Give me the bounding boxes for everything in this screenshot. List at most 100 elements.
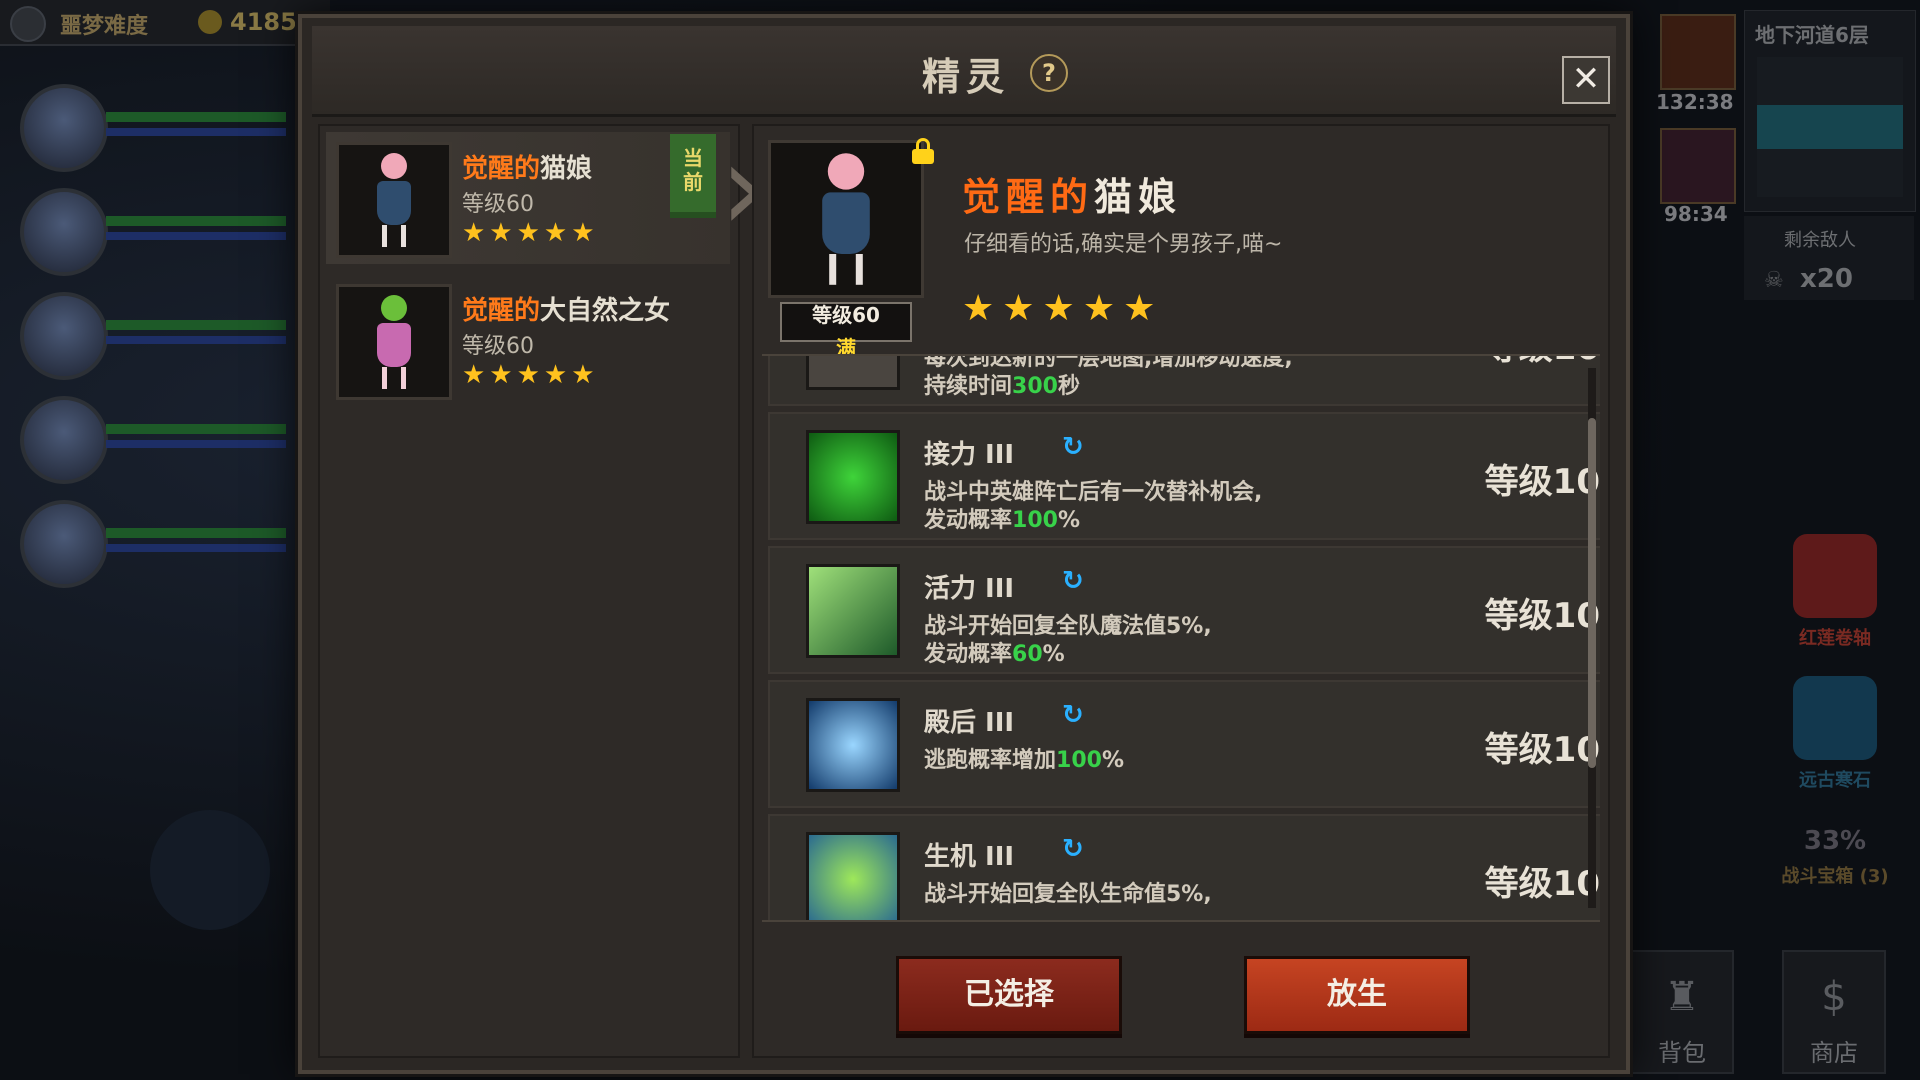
settings-gear-icon[interactable]: [10, 6, 46, 42]
skill-level: 等级10: [1484, 730, 1600, 770]
spirit-name-prefix: 觉醒的: [462, 296, 541, 326]
spirit-name-prefix: 觉醒的: [462, 154, 541, 184]
hero-slot[interactable]: [14, 286, 294, 382]
hero-hp-bar: [106, 216, 286, 226]
minimap: [1757, 57, 1903, 197]
scrollbar-thumb[interactable]: [1588, 418, 1596, 768]
hero-slot[interactable]: [14, 390, 294, 486]
release-button[interactable]: 放生: [1244, 956, 1470, 1034]
hero-mp-bar: [106, 232, 286, 240]
item-label: 红莲卷轴: [1799, 628, 1871, 649]
selected-button[interactable]: 已选择: [896, 956, 1122, 1034]
spirit-level: 等级60: [462, 192, 534, 217]
eye-skill-icon[interactable]: [1660, 128, 1736, 204]
skill-desc: 战斗开始回复全队生命值5%,: [924, 882, 1212, 907]
refresh-icon[interactable]: ↻: [1062, 568, 1088, 594]
skill-row[interactable]: 活力 III ↻ 战斗开始回复全队魔法值5%, 发动概率60% 等级10: [768, 546, 1600, 674]
hero-hp-bar: [106, 424, 286, 434]
spirit-name-main: 大自然之女: [540, 296, 671, 326]
hero-hp-bar: [106, 112, 286, 122]
hero-mp-bar: [106, 544, 286, 552]
item-red-scroll[interactable]: 红莲卷轴: [1770, 534, 1900, 650]
skill-row[interactable]: 接力 III ↻ 战斗中英雄阵亡后有一次替补机会, 发动概率100% 等级10: [768, 412, 1600, 540]
skill-level: 等级10: [1484, 462, 1600, 502]
dollar-icon: $: [1821, 974, 1847, 1020]
current-room: [1757, 105, 1903, 149]
detail-name: 觉醒的猫娘: [962, 166, 1182, 221]
bag-label: 背包: [1658, 1039, 1706, 1067]
enemies-label: 剩余敌人: [1784, 230, 1856, 251]
skill-level: 等级10: [1485, 356, 1600, 369]
hero-mp-bar: [106, 128, 286, 136]
skills-list[interactable]: 每次到达新的一层地图,增加移动速度, 持续时间300秒 等级10 接力 III …: [762, 354, 1600, 922]
detail-level-box: 等级60 满: [780, 302, 912, 360]
detail-name-prefix: 觉醒的: [962, 175, 1095, 219]
skill-name: 活力 III: [924, 574, 1015, 604]
close-button[interactable]: ✕: [1562, 56, 1610, 104]
minimap-panel[interactable]: 地下河道6层: [1744, 10, 1916, 212]
spirit-level: 等级60: [462, 334, 534, 359]
chest-label: 战斗宝箱 (3): [1781, 866, 1889, 887]
spirit-name-main: 猫娘: [540, 154, 593, 184]
nature-daughter-figure: [377, 295, 411, 389]
spirit-list: 觉醒的猫娘 等级60 ★★★★★ 当前 觉醒的大自然之女 等级60 ★★★★★: [318, 124, 740, 1058]
shop-button[interactable]: $ 商店: [1782, 950, 1886, 1074]
spirit-detail: 等级60 满 觉醒的猫娘 仔细看的话,确实是个男孩子,喵~ ★★★★★ 每次到达…: [752, 124, 1610, 1058]
detail-description: 仔细看的话,确实是个男孩子,喵~: [964, 232, 1283, 257]
current-tag-label: 当前: [683, 146, 703, 194]
hero-slot[interactable]: [14, 182, 294, 278]
skill-row[interactable]: 殿后 III ↻ 逃跑概率增加100% 等级10: [768, 680, 1600, 808]
refresh-icon[interactable]: ↻: [1062, 434, 1088, 460]
item-ancient-ice-stone[interactable]: 远古寒石: [1770, 676, 1900, 792]
fire-skill-icon[interactable]: [1660, 14, 1736, 90]
detail-name-main: 猫娘: [1094, 175, 1183, 219]
spirit-name: 觉醒的猫娘: [462, 148, 592, 185]
spirit-stars: ★★★★★: [462, 218, 599, 248]
spirit-portrait: [336, 142, 452, 258]
skill-name: 接力 III: [924, 440, 1015, 470]
hero-avatar: [20, 188, 108, 276]
ice-stone-icon: [1793, 676, 1877, 760]
spirit-portrait: [336, 284, 452, 400]
hero-mp-bar: [106, 440, 286, 448]
item-label: 远古寒石: [1799, 770, 1871, 791]
relay-hands-icon: [806, 430, 900, 524]
boot-skill-icon: [806, 356, 900, 390]
skill-level: 等级10: [1484, 596, 1600, 636]
dialog-header: 精灵 ? ✕: [312, 26, 1616, 117]
shop-label: 商店: [1810, 1039, 1858, 1067]
spirit-item-catgirl[interactable]: 觉醒的猫娘 等级60 ★★★★★ 当前: [326, 132, 730, 264]
floor-title: 地下河道6层: [1755, 23, 1869, 47]
current-tag: 当前: [670, 134, 716, 218]
hero-avatar: [20, 396, 108, 484]
refresh-icon[interactable]: ↻: [1062, 836, 1088, 862]
lock-icon[interactable]: [912, 138, 934, 164]
hero-hp-bar: [106, 320, 286, 330]
spirit-dialog: 精灵 ? ✕ 觉醒的猫娘 等级60 ★★★★★ 当前 觉醒的大自然之女 等级60: [298, 14, 1630, 1074]
spirit-item-nature-daughter[interactable]: 觉醒的大自然之女 等级60 ★★★★★: [326, 274, 730, 406]
gold-amount: 4185: [230, 8, 297, 36]
spirit-name: 觉醒的大自然之女: [462, 290, 670, 327]
chest-progress: 33%: [1803, 826, 1867, 856]
dialog-title: 精灵: [922, 55, 1011, 99]
skills-scrollbar[interactable]: [1588, 368, 1596, 908]
timer-b: 98:34: [1664, 202, 1728, 226]
skill-desc-2: 持续时间300秒: [924, 374, 1080, 399]
gold-coin-icon: [198, 10, 222, 34]
skill-level: 等级10: [1484, 864, 1600, 904]
detail-stars: ★★★★★: [962, 288, 1164, 329]
battle-chest[interactable]: 33% 战斗宝箱 (3): [1770, 820, 1900, 888]
bag-icon: ♜: [1664, 974, 1700, 1020]
hero-slot[interactable]: [14, 494, 294, 590]
bag-button[interactable]: ♜ 背包: [1630, 950, 1734, 1074]
enemies-count: x20: [1800, 264, 1853, 294]
help-icon[interactable]: ?: [1030, 54, 1068, 92]
skill-row[interactable]: 每次到达新的一层地图,增加移动速度, 持续时间300秒 等级10: [768, 356, 1600, 406]
refresh-icon[interactable]: ↻: [1062, 702, 1088, 728]
hero-avatar: [20, 84, 108, 172]
hero-slot[interactable]: [14, 78, 294, 174]
virtual-joystick[interactable]: [150, 810, 270, 930]
detail-portrait: [768, 140, 924, 298]
leaf-icon: [806, 832, 900, 920]
skill-row[interactable]: 生机 III ↻ 战斗开始回复全队生命值5%, 等级10: [768, 814, 1600, 920]
